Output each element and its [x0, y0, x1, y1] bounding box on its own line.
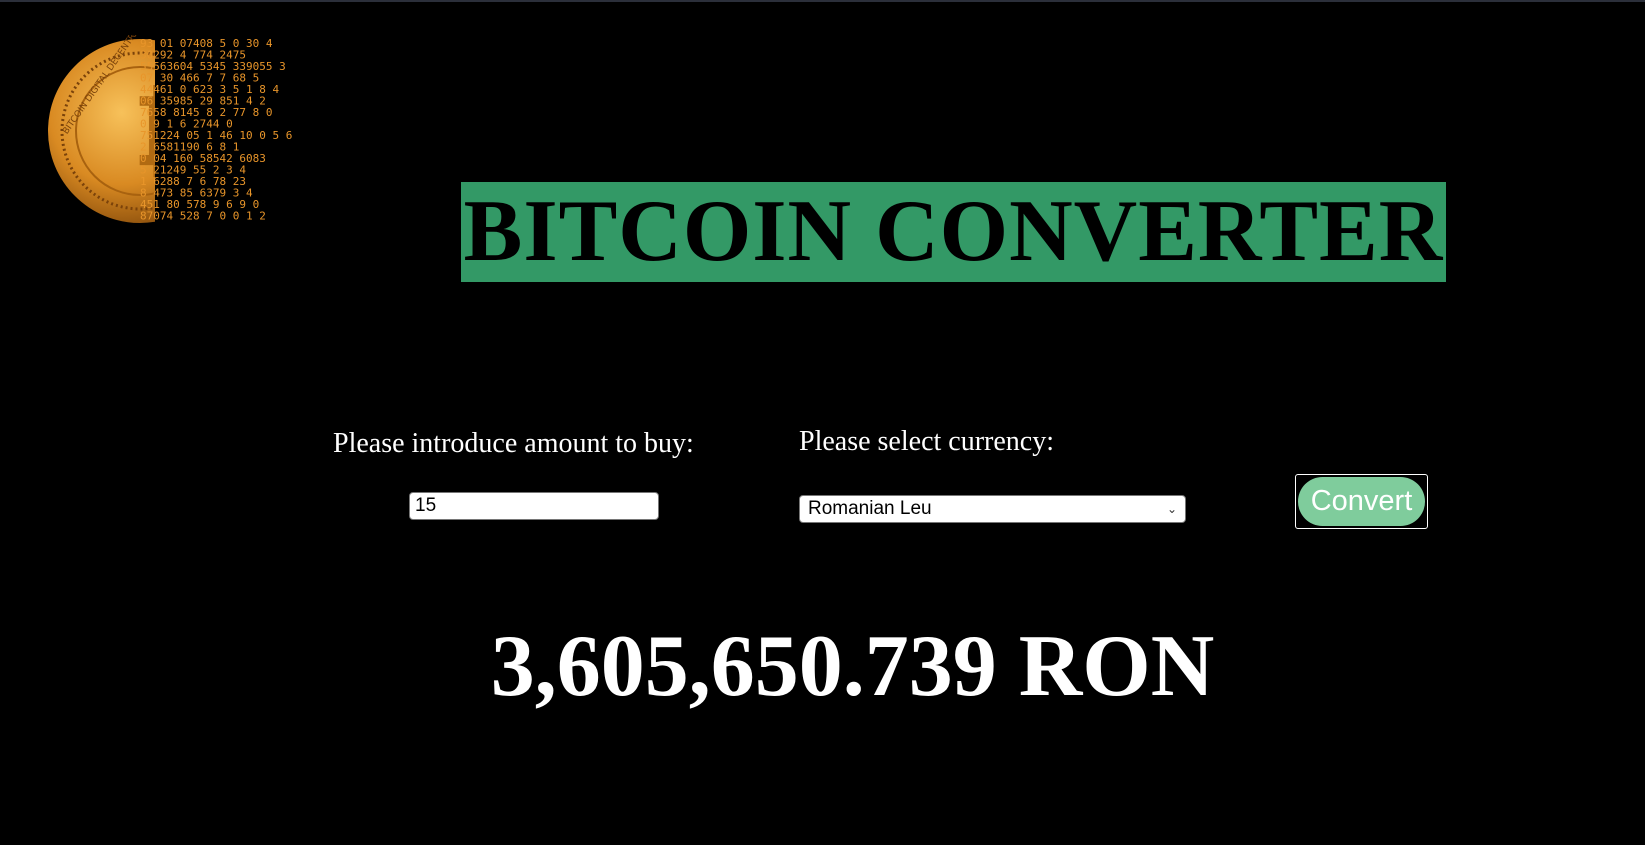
convert-button[interactable]: Convert: [1298, 477, 1425, 526]
currency-selected-value: Romanian Leu: [808, 498, 932, 519]
top-border: [0, 0, 1645, 2]
bitcoin-logo: ₿ BITCOIN DIGITAL DECENTRALIZED 93 01 07…: [48, 35, 292, 223]
convert-button-focus-ring: Convert: [1295, 474, 1428, 529]
amount-input[interactable]: [409, 492, 659, 520]
amount-label: Please introduce amount to buy:: [333, 428, 694, 459]
conversion-result: 3,605,650.739 RON: [490, 618, 1215, 715]
currency-select[interactable]: Romanian Leu ⌄: [799, 495, 1186, 523]
logo-digit-row: 87074 528 7 0 0 1 2: [140, 210, 266, 223]
page-title: BITCOIN CONVERTER: [461, 182, 1446, 282]
chevron-down-icon: ⌄: [1166, 502, 1177, 516]
currency-label: Please select currency:: [799, 426, 1054, 457]
